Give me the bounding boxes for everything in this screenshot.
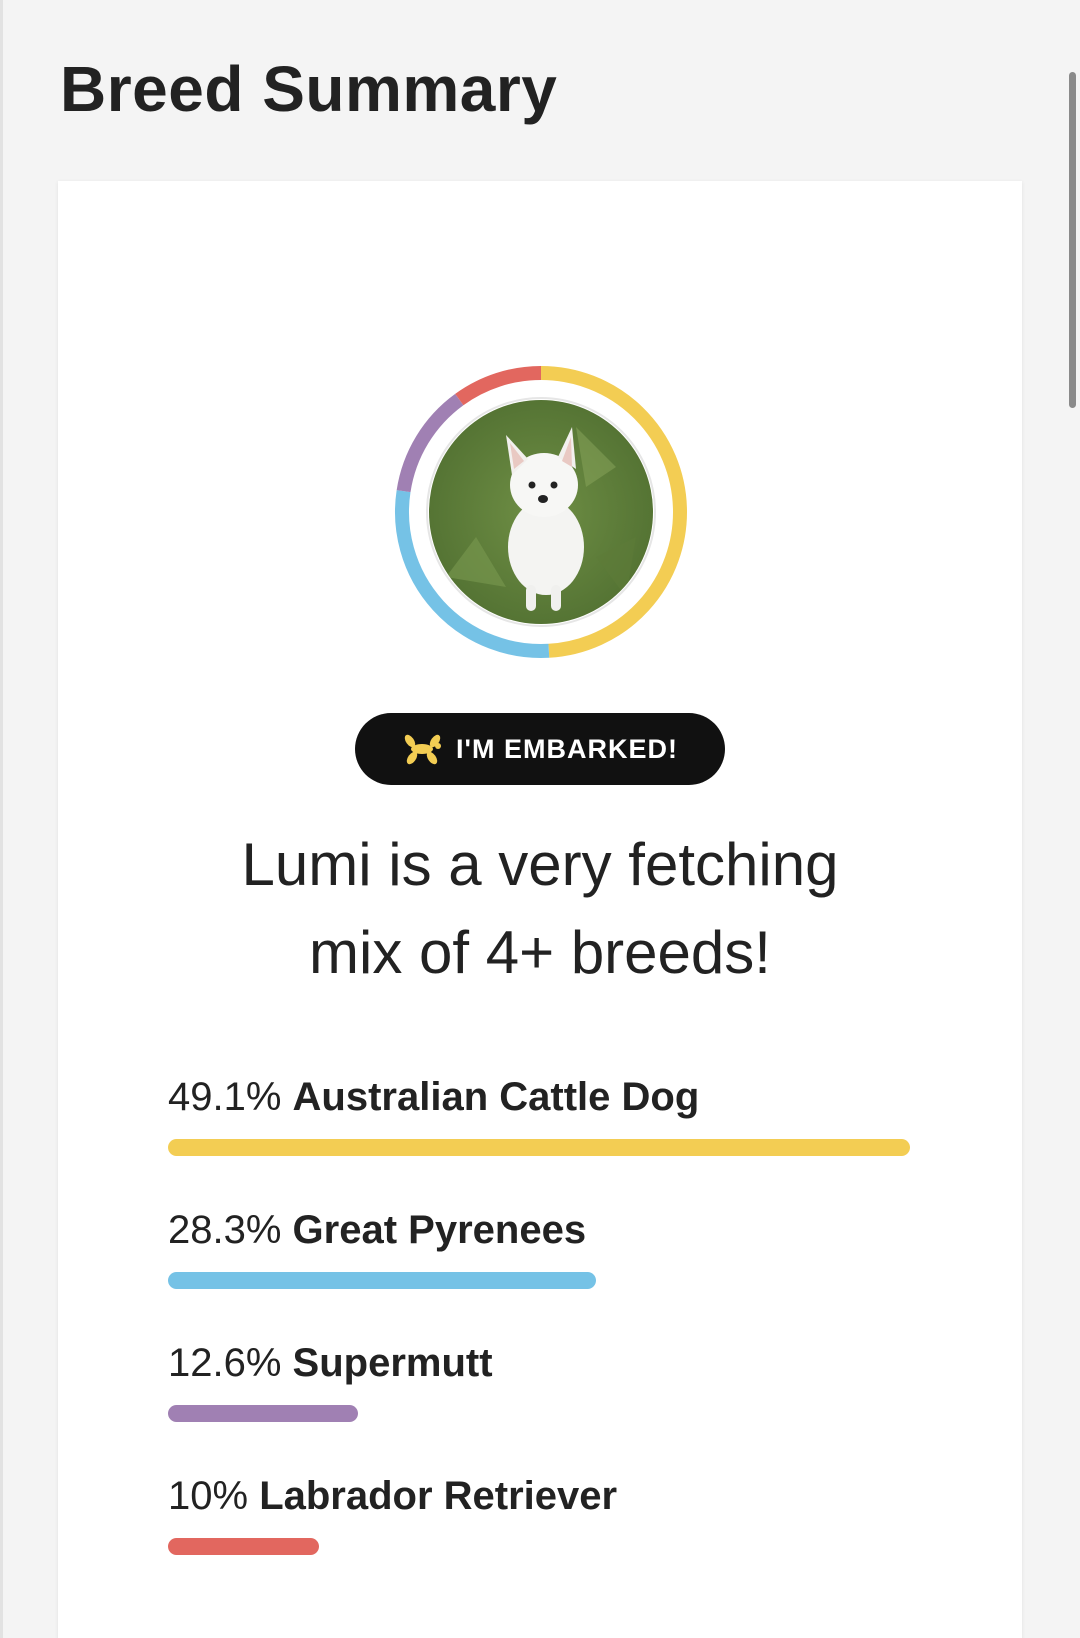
breed-text: 12.6% Supermutt — [168, 1339, 918, 1387]
scrollbar[interactable] — [1066, 0, 1080, 1638]
breed-text: 49.1% Australian Cattle Dog — [168, 1073, 918, 1121]
breed-name: Australian Cattle Dog — [292, 1075, 700, 1119]
breed-ring-chart — [395, 366, 687, 658]
dog-avatar — [386, 357, 696, 667]
breed-bar — [168, 1405, 359, 1422]
breed-percentage: 49.1% — [168, 1075, 282, 1119]
breed-name: Labrador Retriever — [259, 1474, 618, 1518]
page: Breed Summary I'M EMBARKED! Lumi is a ve… — [0, 0, 1080, 1638]
breed-name: Supermutt — [292, 1341, 493, 1385]
breed-row[interactable]: 28.3% Great Pyrenees — [168, 1206, 918, 1339]
breed-mix-headline: Lumi is a very fetching mix of 4+ breeds… — [118, 821, 962, 997]
breed-bar — [168, 1538, 320, 1555]
headline-line-1: Lumi is a very fetching — [241, 831, 839, 898]
breed-percentage: 10% — [168, 1474, 249, 1518]
embarked-badge[interactable]: I'M EMBARKED! — [355, 713, 725, 785]
breed-row[interactable]: 49.1% Australian Cattle Dog — [168, 1073, 918, 1206]
breed-list: 49.1% Australian Cattle Dog 28.3% Great … — [168, 1073, 918, 1605]
breed-percentage: 12.6% — [168, 1341, 282, 1385]
breed-text: 10% Labrador Retriever — [168, 1472, 918, 1520]
breed-row[interactable]: 10% Labrador Retriever — [168, 1472, 918, 1605]
breed-percentage: 28.3% — [168, 1208, 282, 1252]
page-title: Breed Summary — [60, 53, 558, 125]
breed-name: Great Pyrenees — [292, 1208, 587, 1252]
left-edge-divider — [0, 0, 3, 1638]
scrollbar-thumb[interactable] — [1069, 72, 1076, 408]
breed-bar — [168, 1139, 910, 1156]
breed-summary-card: I'M EMBARKED! Lumi is a very fetching mi… — [58, 181, 1022, 1638]
ring-segment-labrador-retriever — [455, 366, 542, 406]
breed-text: 28.3% Great Pyrenees — [168, 1206, 918, 1254]
badge-label: I'M EMBARKED! — [456, 733, 678, 764]
breed-bar — [168, 1272, 596, 1289]
headline-line-2: mix of 4+ breeds! — [309, 919, 771, 986]
balloon-dog-icon — [402, 732, 442, 766]
breed-row[interactable]: 12.6% Supermutt — [168, 1339, 918, 1472]
